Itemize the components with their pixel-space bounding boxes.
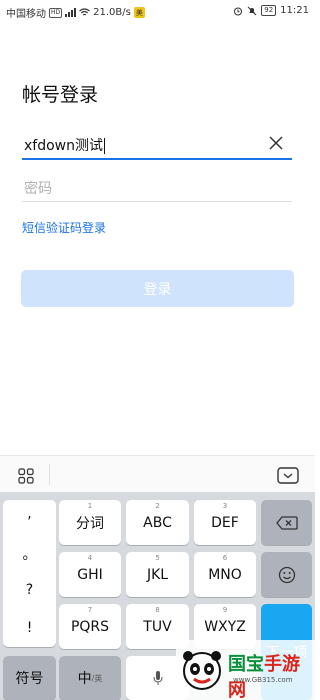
key-def[interactable]: 3 DEF bbox=[194, 500, 256, 545]
battery-icon: 92 bbox=[261, 5, 277, 16]
app-notification-icon: 美 bbox=[133, 7, 145, 18]
sms-login-link[interactable]: 短信验证码登录 bbox=[22, 219, 106, 236]
punct-period-key[interactable]: 。 bbox=[3, 544, 56, 564]
symbol-key[interactable]: 符号 bbox=[3, 656, 56, 700]
account-input[interactable]: xfdown测试 bbox=[22, 130, 292, 160]
watermark-url: www.GB315.com bbox=[233, 676, 293, 684]
smiley-icon bbox=[278, 566, 295, 583]
toolbar-divider bbox=[49, 464, 50, 485]
key-fenci[interactable]: 1 分词 bbox=[59, 500, 121, 545]
page-title: 帐号登录 bbox=[22, 84, 99, 106]
key-abc[interactable]: 2 ABC bbox=[126, 500, 189, 545]
status-bar: 中国移动 HD 21.0B/s 美 92 11:21 bbox=[0, 0, 315, 22]
login-button[interactable]: 登录 bbox=[21, 270, 294, 307]
backspace-key[interactable] bbox=[261, 500, 312, 545]
mute-icon bbox=[247, 6, 257, 15]
password-input[interactable]: 密码 bbox=[22, 172, 292, 202]
key-mno[interactable]: 6 MNO bbox=[194, 552, 256, 597]
keyboard-toolbar bbox=[0, 455, 315, 492]
panda-logo-icon bbox=[183, 651, 221, 690]
password-placeholder: 密码 bbox=[24, 181, 52, 197]
alarm-icon bbox=[234, 7, 243, 15]
key-pqrs[interactable]: 7 PQRS bbox=[59, 604, 121, 649]
emoji-key[interactable] bbox=[261, 552, 312, 597]
watermark-brand: 国宝手游网 bbox=[228, 654, 300, 700]
account-input-value: xfdown测试 bbox=[24, 138, 105, 154]
clear-icon[interactable] bbox=[266, 133, 286, 153]
signal-icon bbox=[65, 8, 77, 17]
collapse-keyboard-icon[interactable] bbox=[277, 467, 299, 484]
punct-question-key[interactable]: ? bbox=[3, 582, 56, 598]
wifi-icon bbox=[79, 8, 90, 16]
punct-exclaim-key[interactable]: ! bbox=[3, 620, 56, 636]
language-key[interactable]: 中/英 bbox=[59, 656, 121, 700]
punct-comma-key[interactable]: , bbox=[3, 506, 56, 522]
key-jkl[interactable]: 5 JKL bbox=[126, 552, 189, 597]
hd-icon: HD bbox=[49, 7, 63, 18]
clock: 11:21 bbox=[280, 5, 309, 16]
grid-menu-icon[interactable] bbox=[18, 468, 34, 484]
net-speed: 21.0B/s bbox=[93, 7, 131, 18]
punctuation-column[interactable]: , 。 ? ! bbox=[3, 500, 56, 647]
key-ghi[interactable]: 4 GHI bbox=[59, 552, 121, 597]
carrier-name: 中国移动 bbox=[6, 9, 46, 20]
microphone-icon bbox=[153, 671, 162, 685]
watermark: 国宝手游网 www.GB315.com bbox=[176, 640, 315, 700]
backspace-icon bbox=[275, 515, 298, 530]
